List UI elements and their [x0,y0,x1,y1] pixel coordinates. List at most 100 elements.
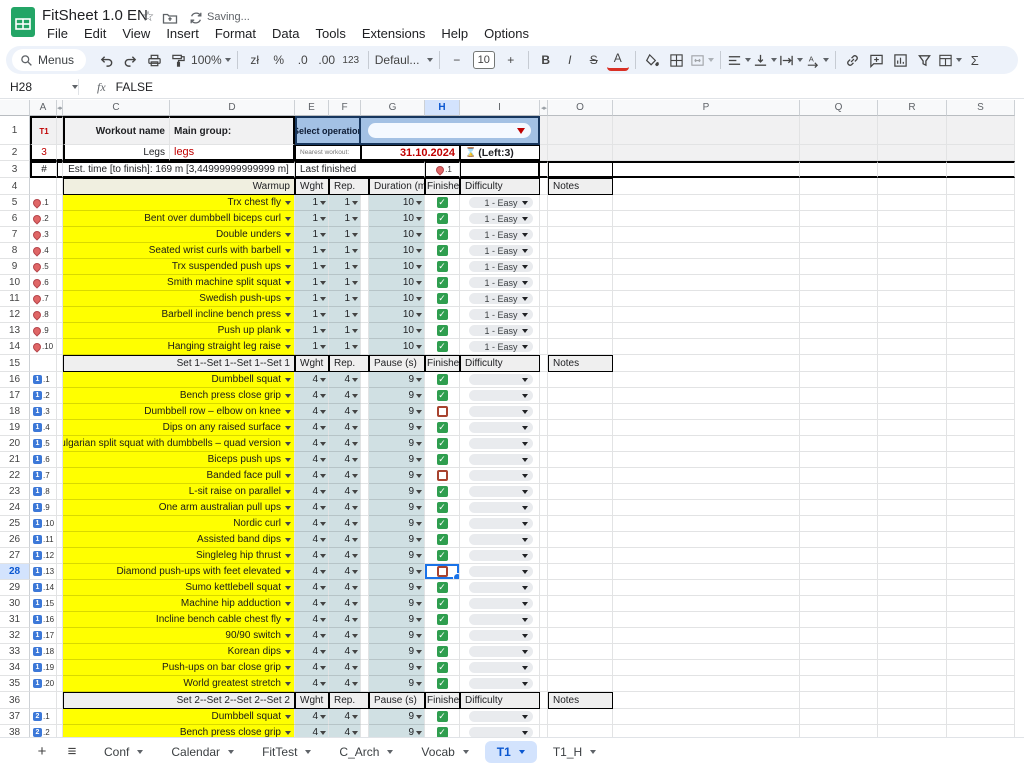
duration-dropdown[interactable]: 10 [369,291,425,307]
last-finished-label[interactable]: Last finished [295,161,425,178]
difficulty-dropdown[interactable] [460,388,540,404]
duration-dropdown[interactable]: 9 [369,612,425,628]
functions-button[interactable]: Σ [964,49,986,71]
difficulty-dropdown[interactable]: 1 - Easy [460,323,540,339]
difficulty-dropdown[interactable] [460,709,540,725]
difficulty-dropdown[interactable] [460,596,540,612]
col-header-S[interactable]: S [947,100,1015,116]
bold-button[interactable]: B [535,49,557,71]
notes-cell[interactable] [548,452,613,468]
duration-dropdown[interactable]: 10 [369,195,425,211]
col-header-H[interactable]: H [425,100,460,116]
exercise-name-dropdown[interactable]: Bench press close grip [63,725,295,737]
exercise-name-dropdown[interactable]: Biceps push ups [63,452,295,468]
difficulty-dropdown[interactable]: 1 - Easy [460,227,540,243]
exercise-name-dropdown[interactable]: Sumo kettlebell squat [63,580,295,596]
duration-dropdown[interactable]: 9 [369,564,425,580]
rep-dropdown[interactable]: 4 [329,660,361,676]
col-header-P[interactable]: P [613,100,800,116]
finished-checkbox-cell[interactable] [425,404,460,420]
difficulty-dropdown[interactable] [460,436,540,452]
notes-cell[interactable] [548,468,613,484]
insert-link-icon[interactable] [842,49,864,71]
finished-checkbox-cell[interactable]: ✓ [425,259,460,275]
notes-cell[interactable] [548,323,613,339]
difficulty-dropdown[interactable] [460,468,540,484]
rep-dropdown[interactable]: 1 [329,195,361,211]
finished-checkbox-cell[interactable]: ✓ [425,307,460,323]
cell-A3[interactable]: # [30,161,57,178]
move-folder-icon[interactable] [162,10,178,26]
table-views-icon[interactable] [938,49,962,71]
wght-dropdown[interactable]: 4 [295,452,329,468]
decrease-decimal-button[interactable]: .0 [292,49,314,71]
wght-dropdown[interactable]: 4 [295,596,329,612]
menu-insert[interactable]: Insert [159,25,206,43]
duration-dropdown[interactable]: 9 [369,388,425,404]
cell-C1-workout-name-label[interactable]: Workout name [63,116,170,145]
wght-dropdown[interactable]: 4 [295,468,329,484]
notes-cell[interactable] [548,404,613,420]
insert-chart-icon[interactable] [890,49,912,71]
col-header-F[interactable]: F [329,100,361,116]
finished-checkbox-cell[interactable]: ✓ [425,725,460,737]
duration-dropdown[interactable]: 9 [369,628,425,644]
finished-checkbox-cell[interactable]: ✓ [425,660,460,676]
exercise-name-dropdown[interactable]: Barbell incline bench press [63,307,295,323]
wght-dropdown[interactable]: 4 [295,372,329,388]
exercise-name-dropdown[interactable]: Singleleg hip thrust [63,548,295,564]
wght-dropdown[interactable]: 1 [295,339,329,355]
notes-cell[interactable] [548,420,613,436]
notes-cell[interactable] [548,709,613,725]
wght-dropdown[interactable]: 4 [295,580,329,596]
difficulty-dropdown[interactable]: 1 - Easy [460,195,540,211]
rep-dropdown[interactable]: 4 [329,436,361,452]
exercise-name-dropdown[interactable]: Hanging straight leg raise [63,339,295,355]
notes-cell[interactable] [548,211,613,227]
difficulty-dropdown[interactable] [460,372,540,388]
insert-comment-icon[interactable] [866,49,888,71]
exercise-name-dropdown[interactable]: Nordic curl [63,516,295,532]
wght-dropdown[interactable]: 4 [295,660,329,676]
wght-dropdown[interactable]: 4 [295,676,329,692]
difficulty-dropdown[interactable]: 1 - Easy [460,275,540,291]
italic-button[interactable]: I [559,49,581,71]
menu-help[interactable]: Help [434,25,475,43]
menus-search-button[interactable]: Menus [12,49,86,71]
notes-cell[interactable] [548,339,613,355]
exercise-name-dropdown[interactable]: Bent over dumbbell biceps curl [63,211,295,227]
wght-dropdown[interactable]: 1 [295,259,329,275]
finished-checkbox-cell[interactable]: ✓ [425,452,460,468]
rep-dropdown[interactable]: 4 [329,676,361,692]
wght-dropdown[interactable]: 4 [295,725,329,737]
rep-dropdown[interactable]: 4 [329,725,361,737]
finished-checkbox-cell[interactable]: ✓ [425,436,460,452]
rep-dropdown[interactable]: 4 [329,628,361,644]
strikethrough-button[interactable]: S [583,49,605,71]
finished-checkbox-cell[interactable]: ✓ [425,676,460,692]
rep-dropdown[interactable]: 1 [329,227,361,243]
exercise-name-dropdown[interactable]: Incline bench cable chest fly [63,612,295,628]
wght-dropdown[interactable]: 4 [295,436,329,452]
exercise-name-dropdown[interactable]: Dumbbell squat [63,709,295,725]
duration-dropdown[interactable]: 9 [369,372,425,388]
notes-cell[interactable] [548,725,613,737]
paint-format-icon[interactable] [167,49,189,71]
finished-checkbox-cell[interactable]: ✓ [425,516,460,532]
difficulty-dropdown[interactable] [460,580,540,596]
formula-input[interactable]: FALSE [116,80,153,94]
wght-dropdown[interactable]: 4 [295,709,329,725]
difficulty-dropdown[interactable] [460,516,540,532]
difficulty-dropdown[interactable]: 1 - Easy [460,291,540,307]
cell-D1-main-group-label[interactable]: Main group: [170,116,295,145]
finished-checkbox-cell[interactable]: ✓ [425,612,460,628]
notes-cell[interactable] [548,436,613,452]
rep-dropdown[interactable]: 4 [329,372,361,388]
menu-extensions[interactable]: Extensions [355,25,433,43]
finished-checkbox-cell[interactable]: ✓ [425,291,460,307]
duration-dropdown[interactable]: 10 [369,211,425,227]
exercise-name-dropdown[interactable]: Bulgarian split squat with dumbbells – q… [63,436,295,452]
rep-dropdown[interactable]: 1 [329,323,361,339]
duration-dropdown[interactable]: 9 [369,644,425,660]
menu-data[interactable]: Data [265,25,306,43]
